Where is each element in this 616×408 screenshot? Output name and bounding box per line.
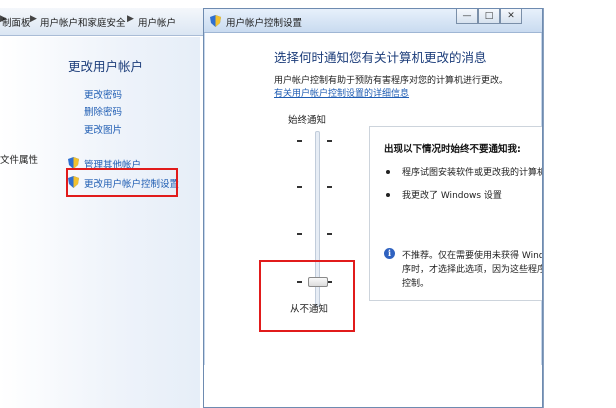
note-line: 控制。 [402,279,430,289]
breadcrumb-user-accounts[interactable]: 用户帐户 [138,15,176,29]
slider-tick [297,233,302,235]
left-pane-title: 更改用户帐户 [68,59,144,74]
slider-tick [327,233,332,235]
info-icon: i [384,248,395,259]
uac-shield-icon [210,15,221,27]
breadcrumb-separator: ▶ [30,14,37,24]
slider-tick [327,140,332,142]
slider-top-label: 始终通知 [288,115,327,126]
maximize-button[interactable]: □ [478,9,500,24]
breadcrumb-separator: ▶ [127,14,134,24]
highlight-box-uac-link [66,168,178,197]
dialog-titlebar[interactable]: 用户帐户控制设置 — □ ✕ [204,9,542,33]
bullet-dot [386,193,390,197]
info-panel-header: 出现以下情况时始终不要通知我: [384,144,521,155]
bullet-dot [386,170,390,174]
minimize-button[interactable]: — [456,9,478,24]
bullet-windows-settings: 我更改了 Windows 设置 [402,191,502,201]
uac-details-link[interactable]: 有关用户帐户控制设置的详细信息 [274,86,409,99]
note-line: 不推荐。仅在需要使用未获得 Windo [402,251,543,261]
highlight-box-slider [259,260,355,332]
slider-tick [297,140,302,142]
breadcrumb-family-safety[interactable]: 用户帐户和家庭安全 [40,15,126,29]
slider-tick [297,186,302,188]
file-properties-text[interactable]: 文件属性 [0,152,38,166]
close-button[interactable]: ✕ [500,9,522,24]
info-panel: 出现以下情况时始终不要通知我: 程序试图安装软件或更改我的计算机 我更改了 Wi… [369,126,543,301]
dialog-bottom-area [204,365,542,407]
breadcrumb-control-panel[interactable]: 制面板 [2,15,31,29]
dialog-description: 用户帐户控制有助于预防有害程序对您的计算机进行更改。 [274,76,509,86]
uac-settings-dialog: 用户帐户控制设置 — □ ✕ 选择何时通知您有关计算机更改的消息 用户帐户控制有… [203,8,543,408]
change-picture-link[interactable]: 更改图片 [84,122,122,136]
slider-tick [327,186,332,188]
dialog-right-edge [543,8,544,408]
dialog-heading: 选择何时通知您有关计算机更改的消息 [274,50,487,65]
remove-password-link[interactable]: 删除密码 [84,104,122,118]
change-password-link[interactable]: 更改密码 [84,87,122,101]
note-line: 序时，才选择此选项，因为这些程序 [402,265,543,275]
bullet-install-software: 程序试图安装软件或更改我的计算机 [402,168,543,178]
screenshot-root: ▶ 制面板 ▶ 用户帐户和家庭安全 ▶ 用户帐户 更改用户帐户 更改密码 删除密… [0,0,616,408]
background-right [543,0,616,408]
dialog-title: 用户帐户控制设置 [226,18,303,29]
